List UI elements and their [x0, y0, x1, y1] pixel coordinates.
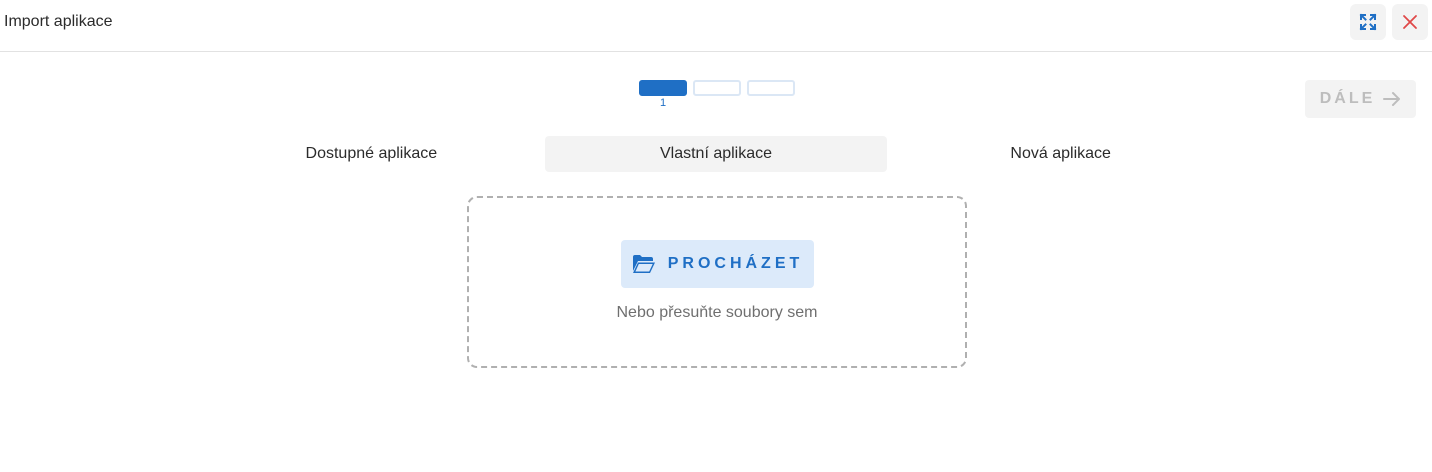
file-dropzone[interactable]: PROCHÁZET Nebo přesuňte soubory sem — [467, 196, 967, 368]
dialog-header: Import aplikace — [0, 0, 1432, 52]
step-indicator — [639, 80, 795, 96]
next-button[interactable]: DÁLE — [1305, 80, 1416, 118]
dialog-title: Import aplikace — [4, 13, 113, 30]
step-1 — [639, 80, 687, 96]
expand-icon — [1359, 13, 1377, 31]
browse-button-label: PROCHÁZET — [667, 255, 804, 272]
current-step-number: 1 — [659, 97, 667, 109]
close-icon — [1403, 15, 1417, 29]
expand-button[interactable] — [1350, 4, 1386, 40]
arrow-right-icon — [1383, 92, 1401, 106]
source-tabs: Dostupné aplikace Vlastní aplikace Nová … — [200, 136, 1232, 172]
close-button[interactable] — [1392, 4, 1428, 40]
drop-hint: Nebo přesuňte soubory sem — [616, 304, 818, 321]
tab-available-apps[interactable]: Dostupné aplikace — [200, 136, 543, 172]
tab-new-app[interactable]: Nová aplikace — [889, 136, 1232, 172]
folder-open-icon — [632, 255, 655, 273]
step-2 — [693, 80, 741, 96]
next-button-label: DÁLE — [1319, 90, 1376, 107]
tab-custom-apps[interactable]: Vlastní aplikace — [544, 136, 888, 172]
browse-button[interactable]: PROCHÁZET — [621, 240, 814, 288]
step-3 — [747, 80, 795, 96]
